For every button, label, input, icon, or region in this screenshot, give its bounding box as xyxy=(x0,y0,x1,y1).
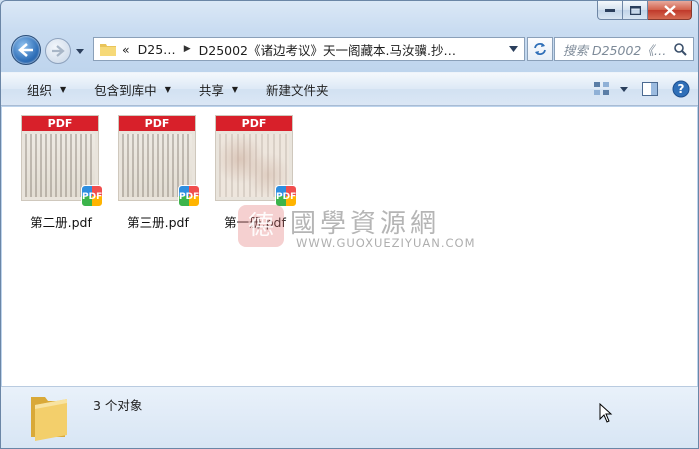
caption-buttons xyxy=(597,1,692,21)
recent-pages-dropdown-icon[interactable] xyxy=(75,46,85,56)
breadcrumb-overflow[interactable]: « xyxy=(122,42,130,57)
pdf-thumb-label: PDF xyxy=(216,116,292,131)
breadcrumb-separator-icon[interactable]: ▶ xyxy=(184,44,191,54)
share-menu[interactable]: 共享 ▼ xyxy=(185,73,252,105)
change-view-button[interactable] xyxy=(594,82,628,96)
file-item[interactable]: PDF PDF 第三册.pdf xyxy=(106,115,200,230)
share-label: 共享 xyxy=(198,82,224,98)
maximize-button[interactable] xyxy=(623,1,648,20)
file-name[interactable]: 第三册.pdf xyxy=(106,212,210,231)
address-bar[interactable]: « D25… ▶ D25002《诸边考议》天一阁藏本.马汝骥.抄… xyxy=(93,37,525,61)
organize-menu[interactable]: 组织 ▼ xyxy=(1,73,80,105)
watermark: 德 國學資源網 WWW.GUOXUEZIYUAN.COM xyxy=(238,203,475,251)
chevron-down-icon: ▼ xyxy=(231,84,239,94)
back-arrow-icon xyxy=(18,43,33,57)
help-icon[interactable]: ? xyxy=(672,80,690,98)
organize-label: 组织 xyxy=(27,82,53,98)
breadcrumb: « D25… ▶ D25002《诸边考议》天一阁藏本.马汝骥.抄… xyxy=(122,40,456,59)
forward-arrow-icon xyxy=(52,45,65,57)
item-count: 3 个对象 xyxy=(93,398,143,413)
search-input[interactable]: 搜索 D25002《… xyxy=(554,37,694,61)
chevron-down-icon xyxy=(620,86,628,92)
pdf-app-icon: PDF xyxy=(81,185,103,207)
file-name[interactable]: 第二册.pdf xyxy=(9,212,113,231)
breadcrumb-item-parent[interactable]: D25… xyxy=(138,42,176,57)
close-icon xyxy=(663,4,676,16)
close-button[interactable] xyxy=(648,1,692,20)
refresh-button[interactable] xyxy=(527,37,553,61)
back-button[interactable] xyxy=(11,35,41,65)
new-folder-button[interactable]: 新建文件夹 xyxy=(252,73,343,105)
mouse-pointer-icon xyxy=(599,403,613,423)
breadcrumb-item-current[interactable]: D25002《诸边考议》天一阁藏本.马汝骥.抄… xyxy=(199,40,456,59)
pdf-app-icon: PDF xyxy=(178,185,200,207)
folder-icon xyxy=(100,44,116,56)
maximize-icon xyxy=(629,5,641,15)
search-placeholder: 搜索 D25002《… xyxy=(563,42,667,58)
watermark-title: 國學資源網 xyxy=(290,209,441,239)
search-icon[interactable] xyxy=(674,43,687,56)
pdf-thumb-label: PDF xyxy=(22,116,98,131)
view-controls: ? xyxy=(594,73,690,105)
preview-pane-icon[interactable] xyxy=(642,82,658,96)
minimize-button[interactable] xyxy=(597,1,623,20)
new-folder-label: 新建文件夹 xyxy=(266,82,329,98)
refresh-icon xyxy=(534,43,546,55)
minimize-icon xyxy=(605,9,615,12)
watermark-url: WWW.GUOXUEZIYUAN.COM xyxy=(296,236,476,250)
pdf-thumb-label: PDF xyxy=(119,116,195,131)
svg-text:?: ? xyxy=(678,82,685,96)
command-bar: 组织 ▼ 包含到库中 ▼ 共享 ▼ 新建文件夹 ? xyxy=(1,72,698,106)
chevron-down-icon: ▼ xyxy=(164,84,171,94)
explorer-window: « D25… ▶ D25002《诸边考议》天一阁藏本.马汝骥.抄… 搜索 D25… xyxy=(0,0,699,449)
file-item[interactable]: PDF PDF 第二册.pdf xyxy=(9,115,103,230)
include-in-library-label: 包含到库中 xyxy=(94,82,157,98)
address-dropdown-icon[interactable] xyxy=(509,46,518,52)
include-in-library-menu[interactable]: 包含到库中 ▼ xyxy=(80,73,185,105)
file-list-pane[interactable]: PDF PDF 第二册.pdf PDF PDF 第三册.pdf PDF PDF … xyxy=(2,107,697,386)
folder-icon xyxy=(31,397,67,441)
details-pane: 3 个对象 xyxy=(1,386,698,448)
view-grid-icon xyxy=(594,82,609,95)
forward-button[interactable] xyxy=(45,38,71,64)
navigation-bar: « D25… ▶ D25002《诸边考议》天一阁藏本.马汝骥.抄… 搜索 D25… xyxy=(9,34,694,65)
chevron-down-icon: ▼ xyxy=(60,84,67,94)
watermark-seal: 德 xyxy=(238,205,284,247)
